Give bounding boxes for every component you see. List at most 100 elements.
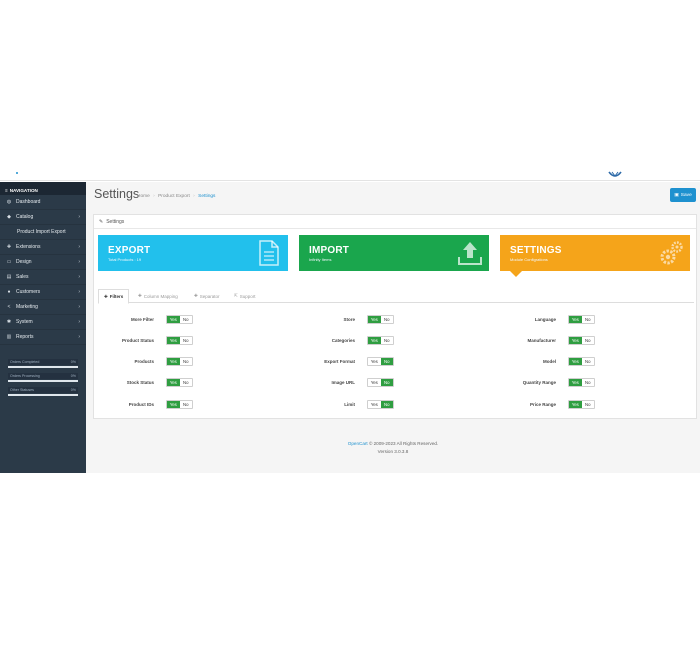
document-icon bbox=[259, 240, 279, 266]
toggle-yes-option[interactable]: Yes bbox=[167, 316, 180, 323]
breadcrumb-home[interactable]: Home bbox=[137, 194, 150, 199]
plus-icon: ✚ bbox=[104, 293, 108, 299]
products-label: Products bbox=[134, 359, 154, 364]
toggle-yes-option[interactable]: Yes bbox=[569, 337, 582, 344]
sidebar-item-dashboard[interactable]: ◍ Dashboard bbox=[0, 195, 86, 210]
tab-filters[interactable]: ✚ Filters bbox=[98, 289, 130, 304]
tab-separator[interactable]: ✚ Separator bbox=[194, 289, 220, 303]
order-stat: Orders Processing 0% bbox=[8, 373, 78, 382]
puzzle-icon: ✚ bbox=[6, 244, 12, 250]
sidebar-item-sales[interactable]: ▤ Sales › bbox=[0, 270, 86, 285]
order-stat: Other Statuses 0% bbox=[8, 387, 78, 396]
toggle-no-option[interactable]: No bbox=[179, 337, 192, 344]
sidebar-item-product-import-export[interactable]: Product Import Export bbox=[0, 225, 86, 240]
limit-toggle[interactable]: Yes No bbox=[367, 400, 394, 409]
sidebar-item-label: Dashboard bbox=[16, 199, 41, 205]
toggle-yes-option[interactable]: Yes bbox=[569, 316, 582, 323]
store-toggle[interactable]: Yes No bbox=[367, 315, 394, 324]
logo-fragment bbox=[16, 172, 18, 174]
toggle-no-option[interactable]: No bbox=[179, 316, 192, 323]
toggle-no-option[interactable]: No bbox=[179, 358, 192, 365]
more-filter-toggle[interactable]: Yes No bbox=[166, 315, 193, 324]
sidebar-item-system[interactable]: ✱ System › bbox=[0, 315, 86, 330]
toggle-yes-option[interactable]: Yes bbox=[167, 379, 180, 386]
toggle-no-option[interactable]: No bbox=[380, 358, 393, 365]
toggle-yes-option[interactable]: Yes bbox=[569, 401, 582, 408]
breadcrumb-product-export[interactable]: Product Export bbox=[158, 194, 190, 199]
toggle-yes-option[interactable]: Yes bbox=[569, 379, 582, 386]
toggle-yes-option[interactable]: Yes bbox=[167, 401, 180, 408]
toggle-yes-option[interactable]: Yes bbox=[569, 358, 582, 365]
toggle-no-option[interactable]: No bbox=[380, 401, 393, 408]
toggle-no-option[interactable]: No bbox=[581, 379, 594, 386]
sidebar-item-label: Design bbox=[16, 259, 32, 265]
order-stat-row: Orders Processing 0% bbox=[8, 374, 78, 378]
toggle-no-option[interactable]: No bbox=[380, 379, 393, 386]
tab-support[interactable]: ⇱ Support bbox=[234, 289, 256, 303]
sidebar-item-reports[interactable]: ▥ Reports › bbox=[0, 330, 86, 345]
toggle-no-option[interactable]: No bbox=[380, 316, 393, 323]
chevron-right-icon: › bbox=[78, 289, 80, 295]
toggle-yes-option[interactable]: Yes bbox=[368, 379, 381, 386]
sidebar-item-marketing[interactable]: < Marketing › bbox=[0, 300, 86, 315]
toggle-no-option[interactable]: No bbox=[581, 316, 594, 323]
export-format-toggle[interactable]: Yes No bbox=[367, 357, 394, 366]
toggle-yes-option[interactable]: Yes bbox=[167, 358, 180, 365]
order-stat-box: Orders Completed 0% bbox=[8, 359, 78, 365]
monitor-icon: ▭ bbox=[6, 259, 12, 265]
model-label: Model bbox=[543, 359, 556, 364]
settings-tile[interactable]: SETTINGS Module Configrations bbox=[500, 235, 690, 277]
toggle-yes-option[interactable]: Yes bbox=[368, 401, 381, 408]
tab-column-mapping[interactable]: ✚ Column Mapping bbox=[138, 289, 178, 303]
user-logo-icon bbox=[608, 171, 622, 177]
settings-panel: ✎ Settings EXPORT Total Products : 19 IM… bbox=[93, 214, 697, 419]
price-range-toggle[interactable]: Yes No bbox=[568, 400, 595, 409]
breadcrumb-settings[interactable]: Settings bbox=[198, 194, 215, 199]
import-tile[interactable]: IMPORT Infinity Items bbox=[299, 235, 489, 271]
language-toggle[interactable]: Yes No bbox=[568, 315, 595, 324]
toggle-no-option[interactable]: No bbox=[581, 337, 594, 344]
stock-status-toggle[interactable]: Yes No bbox=[166, 378, 193, 387]
main-content: Settings Home › Product Export › Setting… bbox=[86, 182, 700, 473]
order-stat: Orders Completed 0% bbox=[8, 359, 78, 368]
sidebar-item-extensions[interactable]: ✚ Extensions › bbox=[0, 240, 86, 255]
toggle-yes-option[interactable]: Yes bbox=[167, 337, 180, 344]
toggle-no-option[interactable]: No bbox=[581, 401, 594, 408]
opencart-link[interactable]: OpenCart bbox=[348, 441, 368, 446]
toggle-no-option[interactable]: No bbox=[179, 379, 192, 386]
export-tile[interactable]: EXPORT Total Products : 19 bbox=[98, 235, 288, 271]
categories-toggle[interactable]: Yes No bbox=[367, 336, 394, 345]
order-stat-box: Orders Processing 0% bbox=[8, 373, 78, 379]
store-label: Store bbox=[343, 317, 355, 322]
products-toggle[interactable]: Yes No bbox=[166, 357, 193, 366]
manufacturer-toggle[interactable]: Yes No bbox=[568, 336, 595, 345]
image-url-toggle[interactable]: Yes No bbox=[367, 378, 394, 387]
toggle-no-option[interactable]: No bbox=[380, 337, 393, 344]
toggle-yes-option[interactable]: Yes bbox=[368, 337, 381, 344]
sidebar-item-catalog[interactable]: ◆ Catalog › bbox=[0, 210, 86, 225]
save-icon: ▣ bbox=[674, 192, 679, 198]
app: ≡ NAVIGATION ◍ Dashboard ◆ Catalog › Product … bbox=[0, 182, 700, 473]
sidebar-item-design[interactable]: ▭ Design › bbox=[0, 255, 86, 270]
breadcrumb-separator: › bbox=[153, 194, 155, 199]
plus-icon: ✚ bbox=[138, 293, 142, 298]
toggle-yes-option[interactable]: Yes bbox=[368, 316, 381, 323]
order-stat-row: Orders Completed 0% bbox=[8, 360, 78, 364]
progress-bar bbox=[8, 394, 78, 396]
product-status-toggle[interactable]: Yes No bbox=[166, 336, 193, 345]
upload-icon bbox=[458, 242, 482, 265]
model-toggle[interactable]: Yes No bbox=[568, 357, 595, 366]
toggle-yes-option[interactable]: Yes bbox=[368, 358, 381, 365]
version-text: Version 3.0.3.8 bbox=[377, 449, 409, 454]
toggle-no-option[interactable]: No bbox=[581, 358, 594, 365]
image-url-label: Image URL bbox=[331, 380, 355, 385]
toggle-no-option[interactable]: No bbox=[179, 401, 192, 408]
progress-bar bbox=[8, 366, 78, 368]
order-stat-label: Orders Processing bbox=[10, 374, 40, 378]
sidebar-item-label: Customers bbox=[16, 289, 41, 295]
product-ids-toggle[interactable]: Yes No bbox=[166, 400, 193, 409]
sidebar-item-customers[interactable]: ● Customers › bbox=[0, 285, 86, 300]
sidebar-item-label: Extensions bbox=[16, 244, 41, 250]
save-button[interactable]: ▣ Save bbox=[670, 188, 696, 202]
quantity-range-toggle[interactable]: Yes No bbox=[568, 378, 595, 387]
